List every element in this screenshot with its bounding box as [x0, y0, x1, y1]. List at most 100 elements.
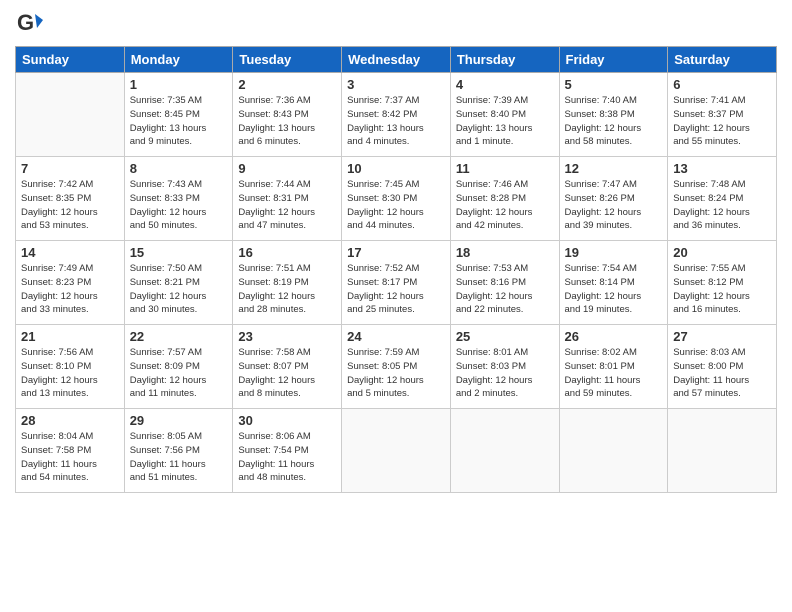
col-header-saturday: Saturday [668, 47, 777, 73]
day-number: 14 [21, 245, 119, 260]
logo: G [15, 10, 47, 38]
cell-info: Sunrise: 7:44 AM Sunset: 8:31 PM Dayligh… [238, 178, 336, 233]
cell-info: Sunrise: 7:42 AM Sunset: 8:35 PM Dayligh… [21, 178, 119, 233]
cell-info: Sunrise: 7:51 AM Sunset: 8:19 PM Dayligh… [238, 262, 336, 317]
day-number: 18 [456, 245, 554, 260]
calendar-cell: 11 Sunrise: 7:46 AM Sunset: 8:28 PM Dayli… [450, 157, 559, 241]
calendar-cell: 30 Sunrise: 8:06 AM Sunset: 7:54 PM Dayli… [233, 409, 342, 493]
col-header-sunday: Sunday [16, 47, 125, 73]
col-header-thursday: Thursday [450, 47, 559, 73]
day-number: 4 [456, 77, 554, 92]
calendar-cell: 4 Sunrise: 7:39 AM Sunset: 8:40 PM Daylig… [450, 73, 559, 157]
calendar-cell: 16 Sunrise: 7:51 AM Sunset: 8:19 PM Dayli… [233, 241, 342, 325]
cell-info: Sunrise: 7:48 AM Sunset: 8:24 PM Dayligh… [673, 178, 771, 233]
cell-info: Sunrise: 7:37 AM Sunset: 8:42 PM Dayligh… [347, 94, 445, 149]
calendar-cell: 6Sunrise: 7:41 AM Sunset: 8:37 PM Daylig… [668, 73, 777, 157]
calendar-cell: 26 Sunrise: 8:02 AM Sunset: 8:01 PM Dayli… [559, 325, 668, 409]
cell-info: Sunrise: 7:53 AM Sunset: 8:16 PM Dayligh… [456, 262, 554, 317]
cell-info: Sunrise: 8:02 AM Sunset: 8:01 PM Dayligh… [565, 346, 663, 401]
calendar-cell: 14 Sunrise: 7:49 AM Sunset: 8:23 PM Dayli… [16, 241, 125, 325]
day-number: 23 [238, 329, 336, 344]
calendar-cell [342, 409, 451, 493]
cell-info: Sunrise: 7:58 AM Sunset: 8:07 PM Dayligh… [238, 346, 336, 401]
cell-info: Sunrise: 7:59 AM Sunset: 8:05 PM Dayligh… [347, 346, 445, 401]
calendar-cell: 22 Sunrise: 7:57 AM Sunset: 8:09 PM Dayli… [124, 325, 233, 409]
calendar-cell: 8 Sunrise: 7:43 AM Sunset: 8:33 PM Daylig… [124, 157, 233, 241]
week-row-3: 14 Sunrise: 7:49 AM Sunset: 8:23 PM Dayli… [16, 241, 777, 325]
week-row-2: 7 Sunrise: 7:42 AM Sunset: 8:35 PM Daylig… [16, 157, 777, 241]
col-header-monday: Monday [124, 47, 233, 73]
cell-info: Sunrise: 8:04 AM Sunset: 7:58 PM Dayligh… [21, 430, 119, 485]
header: G [15, 10, 777, 38]
cell-info: Sunrise: 7:43 AM Sunset: 8:33 PM Dayligh… [130, 178, 228, 233]
cell-info: Sunrise: 7:52 AM Sunset: 8:17 PM Dayligh… [347, 262, 445, 317]
calendar-cell [450, 409, 559, 493]
day-number: 20 [673, 245, 771, 260]
cell-info: Sunrise: 7:47 AM Sunset: 8:26 PM Dayligh… [565, 178, 663, 233]
calendar-header-row: SundayMondayTuesdayWednesdayThursdayFrid… [16, 47, 777, 73]
calendar: SundayMondayTuesdayWednesdayThursdayFrid… [15, 46, 777, 493]
day-number: 21 [21, 329, 119, 344]
calendar-cell: 18 Sunrise: 7:53 AM Sunset: 8:16 PM Dayli… [450, 241, 559, 325]
calendar-cell: 13 Sunrise: 7:48 AM Sunset: 8:24 PM Dayli… [668, 157, 777, 241]
day-number: 12 [565, 161, 663, 176]
day-number: 30 [238, 413, 336, 428]
cell-info: Sunrise: 7:46 AM Sunset: 8:28 PM Dayligh… [456, 178, 554, 233]
calendar-cell: 10 Sunrise: 7:45 AM Sunset: 8:30 PM Dayli… [342, 157, 451, 241]
day-number: 10 [347, 161, 445, 176]
cell-info: Sunrise: 7:36 AM Sunset: 8:43 PM Dayligh… [238, 94, 336, 149]
calendar-cell: 25Sunrise: 8:01 AM Sunset: 8:03 PM Dayli… [450, 325, 559, 409]
logo-icon: G [15, 10, 43, 38]
week-row-4: 21 Sunrise: 7:56 AM Sunset: 8:10 PM Dayli… [16, 325, 777, 409]
calendar-cell: 3Sunrise: 7:37 AM Sunset: 8:42 PM Daylig… [342, 73, 451, 157]
day-number: 7 [21, 161, 119, 176]
day-number: 13 [673, 161, 771, 176]
calendar-cell [16, 73, 125, 157]
day-number: 5 [565, 77, 663, 92]
col-header-tuesday: Tuesday [233, 47, 342, 73]
week-row-5: 28 Sunrise: 8:04 AM Sunset: 7:58 PM Dayli… [16, 409, 777, 493]
day-number: 15 [130, 245, 228, 260]
day-number: 8 [130, 161, 228, 176]
col-header-wednesday: Wednesday [342, 47, 451, 73]
calendar-cell: 29 Sunrise: 8:05 AM Sunset: 7:56 PM Dayli… [124, 409, 233, 493]
calendar-cell: 5 Sunrise: 7:40 AM Sunset: 8:38 PM Daylig… [559, 73, 668, 157]
col-header-friday: Friday [559, 47, 668, 73]
calendar-cell: 9 Sunrise: 7:44 AM Sunset: 8:31 PM Daylig… [233, 157, 342, 241]
cell-info: Sunrise: 7:40 AM Sunset: 8:38 PM Dayligh… [565, 94, 663, 149]
calendar-cell: 15Sunrise: 7:50 AM Sunset: 8:21 PM Dayli… [124, 241, 233, 325]
day-number: 16 [238, 245, 336, 260]
calendar-cell [668, 409, 777, 493]
cell-info: Sunrise: 8:05 AM Sunset: 7:56 PM Dayligh… [130, 430, 228, 485]
calendar-cell: 20 Sunrise: 7:55 AM Sunset: 8:12 PM Dayli… [668, 241, 777, 325]
cell-info: Sunrise: 7:49 AM Sunset: 8:23 PM Dayligh… [21, 262, 119, 317]
cell-info: Sunrise: 7:54 AM Sunset: 8:14 PM Dayligh… [565, 262, 663, 317]
day-number: 19 [565, 245, 663, 260]
day-number: 17 [347, 245, 445, 260]
day-number: 29 [130, 413, 228, 428]
calendar-cell: 2Sunrise: 7:36 AM Sunset: 8:43 PM Daylig… [233, 73, 342, 157]
calendar-cell: 12 Sunrise: 7:47 AM Sunset: 8:26 PM Dayli… [559, 157, 668, 241]
calendar-cell: 23 Sunrise: 7:58 AM Sunset: 8:07 PM Dayli… [233, 325, 342, 409]
day-number: 26 [565, 329, 663, 344]
calendar-cell: 28 Sunrise: 8:04 AM Sunset: 7:58 PM Dayli… [16, 409, 125, 493]
svg-text:G: G [17, 10, 34, 35]
cell-info: Sunrise: 7:57 AM Sunset: 8:09 PM Dayligh… [130, 346, 228, 401]
cell-info: Sunrise: 7:39 AM Sunset: 8:40 PM Dayligh… [456, 94, 554, 149]
cell-info: Sunrise: 7:56 AM Sunset: 8:10 PM Dayligh… [21, 346, 119, 401]
cell-info: Sunrise: 7:55 AM Sunset: 8:12 PM Dayligh… [673, 262, 771, 317]
calendar-cell: 1Sunrise: 7:35 AM Sunset: 8:45 PM Daylig… [124, 73, 233, 157]
cell-info: Sunrise: 7:45 AM Sunset: 8:30 PM Dayligh… [347, 178, 445, 233]
calendar-cell [559, 409, 668, 493]
cell-info: Sunrise: 8:03 AM Sunset: 8:00 PM Dayligh… [673, 346, 771, 401]
calendar-cell: 21 Sunrise: 7:56 AM Sunset: 8:10 PM Dayli… [16, 325, 125, 409]
day-number: 22 [130, 329, 228, 344]
cell-info: Sunrise: 8:06 AM Sunset: 7:54 PM Dayligh… [238, 430, 336, 485]
calendar-cell: 17 Sunrise: 7:52 AM Sunset: 8:17 PM Dayli… [342, 241, 451, 325]
day-number: 28 [21, 413, 119, 428]
calendar-cell: 27Sunrise: 8:03 AM Sunset: 8:00 PM Dayli… [668, 325, 777, 409]
day-number: 11 [456, 161, 554, 176]
cell-info: Sunrise: 7:35 AM Sunset: 8:45 PM Dayligh… [130, 94, 228, 149]
day-number: 9 [238, 161, 336, 176]
cell-info: Sunrise: 8:01 AM Sunset: 8:03 PM Dayligh… [456, 346, 554, 401]
